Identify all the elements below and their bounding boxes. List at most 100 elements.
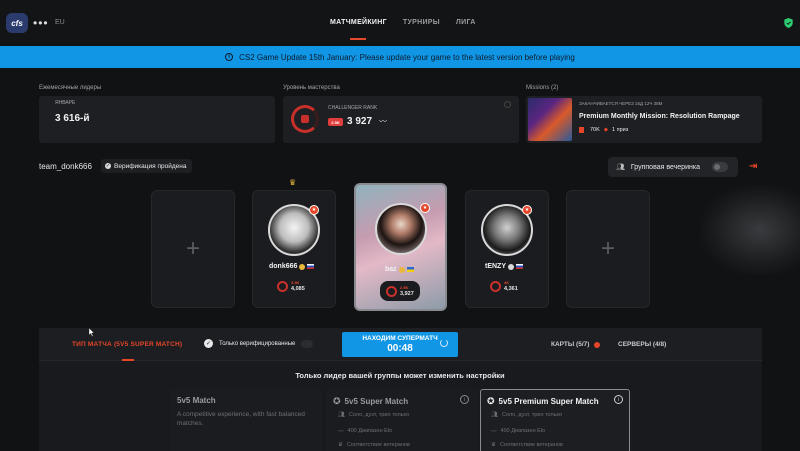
crown-icon: ♛ <box>491 442 496 448</box>
info-icon[interactable]: i <box>614 395 623 404</box>
team-name[interactable]: team_donk666 <box>39 162 92 171</box>
verified-status: ✓ Верификация пройдена <box>101 159 193 173</box>
servers-tab[interactable]: СЕРВЕРЫ (4/8) <box>618 341 666 348</box>
flag-ru-icon <box>516 264 523 269</box>
tab-tournaments[interactable]: ТУРНИРЫ <box>403 19 440 26</box>
feature-text: 400 Диапазон Elo <box>500 428 546 434</box>
group-party-switch[interactable] <box>712 162 728 172</box>
main-tabs: МАТЧМЕЙКИНГ ТУРНИРЫ ЛИГА <box>330 19 476 26</box>
mission-prize: 1 приз <box>612 127 629 133</box>
anticheat-shield-icon[interactable] <box>784 18 793 28</box>
mastery-card[interactable]: CHALLENGER RANK 2.5K 3 927 〰 <box>283 96 519 143</box>
group-party-toggle[interactable]: 👥︎ Групповая вечеринка <box>608 157 738 177</box>
rank-title: CHALLENGER RANK <box>328 105 378 111</box>
player-name: baz <box>385 266 397 273</box>
monthly-leaders-label: Ежемесячные лидеры <box>39 85 102 91</box>
mouse-cursor-icon <box>89 328 95 337</box>
player-name-row: tENZY <box>485 263 523 270</box>
emoji-icon <box>299 263 306 270</box>
feature-row: 👥︎ Соло, дуэт, трио только <box>491 412 562 418</box>
verified-label: Верификация пройдена <box>114 162 187 170</box>
emoji-icon <box>398 266 405 273</box>
crown-icon: ♛ <box>338 442 343 448</box>
level-badge-icon: ★ <box>420 203 430 213</box>
mission-title: Premium Monthly Mission: Resolution Ramp… <box>579 113 740 120</box>
xp-icon <box>579 127 584 133</box>
mode-card-5v5-match[interactable]: 5v5 Match A competitive experience, with… <box>171 389 322 451</box>
level-badge-icon: ★ <box>309 205 319 215</box>
prize-icon: ◆ <box>603 127 609 133</box>
check-icon: ✓ <box>105 163 111 169</box>
more-menu-icon[interactable]: ••• <box>33 17 49 29</box>
info-icon[interactable] <box>504 101 511 108</box>
add-player-icon: + <box>185 235 200 262</box>
player-name: tENZY <box>485 263 506 270</box>
leave-party-icon[interactable]: ⇥ <box>749 161 757 172</box>
mastery-elo: 3 927 <box>347 116 373 127</box>
banner-text: CS2 Game Update 15th January: Please upd… <box>239 52 575 62</box>
mission-xp: 70K <box>590 127 600 133</box>
monthly-leaders-card[interactable]: ЯНВАРЕ 3 616-й <box>39 96 275 143</box>
trend-icon: 〰 <box>491 429 497 435</box>
level-badge-icon: ★ <box>522 205 532 215</box>
verified-only-switch[interactable] <box>301 339 314 348</box>
group-party-label: Групповая вечеринка <box>630 163 700 171</box>
elo-icon <box>386 285 397 297</box>
people-icon: 👥︎ <box>338 412 345 418</box>
people-icon: 👥︎ <box>491 412 498 418</box>
elo-icon <box>277 280 288 292</box>
leader-crown-icon: ♛ <box>289 178 297 187</box>
player-name: donk666 <box>269 263 298 270</box>
player-card-tenzy[interactable]: ★ tENZY 4K 4,361 <box>465 190 549 308</box>
top-navigation-bar: cfs ••• EU МАТЧМЕЙКИНГ ТУРНИРЫ ЛИГА <box>0 0 800 44</box>
player-avatar <box>375 203 427 255</box>
tab-league[interactable]: ЛИГА <box>456 19 476 26</box>
app-logo[interactable]: cfs <box>6 13 28 33</box>
maps-tab[interactable]: КАРТЫ (5/7) <box>551 341 601 348</box>
info-icon[interactable]: i <box>460 395 469 404</box>
tab-matchmaking[interactable]: МАТЧМЕЙКИНГ <box>330 19 387 26</box>
update-banner: i CS2 Game Update 15th January: Please u… <box>0 46 800 68</box>
loading-spinner-icon <box>440 339 448 347</box>
feature-text: Соло, дуэт, трио только <box>501 412 563 418</box>
mission-ends-in: ЗАКАНЧИВАЕТСЯ ЧЕРЕЗ 16Д 12Ч 38М <box>579 101 663 106</box>
elo-value: 4,361 <box>504 286 518 292</box>
people-icon: 👥︎ <box>616 164 625 171</box>
alert-dot-icon <box>594 341 601 348</box>
empty-slot-2[interactable]: + <box>566 190 650 308</box>
empty-slot-1[interactable]: + <box>151 190 235 308</box>
mode-card-5v5-premium-super-match[interactable]: ✪ 5v5 Premium Super Match i 👥︎ Соло, дуэт… <box>480 389 630 451</box>
feature-text: Соответствие ветеранов <box>499 442 563 448</box>
trend-icon: 〰 <box>379 117 387 126</box>
mode-description: A competitive experience, with fast bala… <box>177 411 305 427</box>
player-elo: 3.9K 4,085 <box>277 278 305 294</box>
mode-card-5v5-super-match[interactable]: ✪ 5v5 Super Match i 👥︎ Соло, дуэт, трио т… <box>326 389 477 451</box>
player-name-row: donk666 <box>269 263 315 270</box>
maps-label: КАРТЫ (5/7) <box>551 341 590 348</box>
missions-label: Missions (2) <box>526 85 559 91</box>
mode-title-row: ✪ 5v5 Super Match <box>333 396 408 407</box>
find-match-button[interactable]: НАХОДИМ СУПЕРМАТЧ 00:48 <box>342 332 458 357</box>
player-card-baz[interactable]: ★ baz 2.5K 3,927 <box>354 183 447 311</box>
mode-title: 5v5 Premium Super Match <box>498 397 599 406</box>
region-selector[interactable]: EU <box>55 19 65 26</box>
mode-title-row: ✪ 5v5 Premium Super Match <box>487 396 599 407</box>
mastery-label: Уровень мастерства <box>283 85 340 91</box>
verified-only-filter[interactable]: ✓ Только верифицированные <box>204 339 314 348</box>
leader-only-notice: Только лидер вашей группы может изменить… <box>295 371 505 380</box>
mode-icon: ✪ <box>487 396 495 406</box>
missions-card[interactable]: ЗАКАНЧИВАЕТСЯ ЧЕРЕЗ 16Д 12Ч 38М Premium … <box>526 96 762 143</box>
elo-icon <box>490 280 501 292</box>
player-card-donk666[interactable]: ★ donk666 3.9K 4,085 <box>252 190 336 308</box>
flag-ua-icon <box>406 267 414 272</box>
leaders-month: ЯНВАРЕ <box>55 100 76 106</box>
feature-text: Соответствие ветеранов <box>346 442 410 448</box>
player-elo: 2.5K 3,927 <box>380 281 420 301</box>
verified-only-label: Только верифицированные <box>219 340 296 347</box>
info-icon: i <box>225 53 234 61</box>
check-icon: ✓ <box>204 339 213 348</box>
feature-row: ♛ Соответствие ветеранов <box>338 442 410 448</box>
match-type-tab[interactable]: ТИП МАТЧА (5V5 SUPER MATCH) <box>72 341 182 348</box>
verified-icon <box>508 263 514 270</box>
mission-thumbnail <box>528 98 572 141</box>
